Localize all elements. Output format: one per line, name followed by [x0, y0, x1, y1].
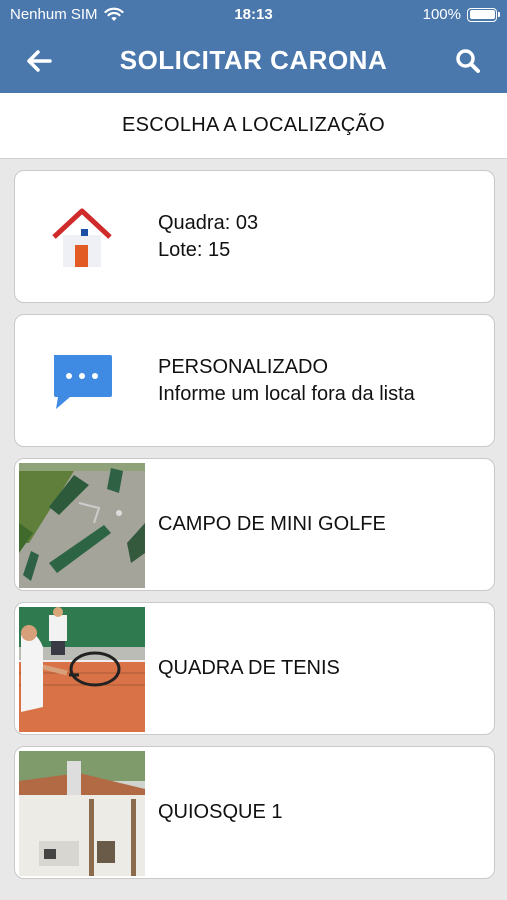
search-button[interactable] — [451, 44, 485, 78]
kiosk-photo — [19, 751, 145, 876]
location-item-tennis[interactable]: QUADRA DE TENIS — [14, 602, 495, 735]
location-item-custom[interactable]: PERSONALIZADO Informe um local fora da l… — [14, 314, 495, 447]
page-title: SOLICITAR CARONA — [119, 45, 388, 75]
location-label: CAMPO DE MINI GOLFE — [158, 513, 386, 535]
location-line1: PERSONALIZADO — [158, 355, 329, 378]
tennis-court-photo — [19, 607, 145, 732]
status-bar: Nenhum SIM 18:13 100% — [0, 0, 507, 30]
location-line1: Quadra: 03 — [158, 211, 259, 234]
house-icon — [49, 204, 115, 270]
location-list: Quadra: 03 Lote: 15 PERSONALIZADO Inform… — [0, 159, 507, 900]
search-icon — [456, 49, 480, 73]
location-line2: Lote: 15 — [158, 238, 231, 261]
mini-golf-photo — [19, 463, 145, 588]
location-label: QUADRA DE TENIS — [158, 657, 340, 679]
battery-indicator: 100% — [422, 6, 500, 23]
nav-bar: SOLICITAR CARONA — [0, 30, 507, 93]
location-item-home[interactable]: Quadra: 03 Lote: 15 — [14, 170, 495, 303]
location-label: QUIOSQUE 1 — [158, 801, 283, 823]
battery-icon — [467, 7, 500, 22]
battery-label: 100% — [422, 6, 461, 23]
chat-bubble-icon — [49, 348, 115, 414]
location-item-kiosk[interactable]: QUIOSQUE 1 — [14, 746, 495, 879]
location-item-mini-golf[interactable]: CAMPO DE MINI GOLFE — [14, 458, 495, 591]
section-title: ESCOLHA A LOCALIZAÇÃO — [0, 93, 507, 159]
location-line2: Informe um local fora da lista — [158, 382, 415, 405]
app-header: Nenhum SIM 18:13 100% SOLICITAR CARONA — [0, 0, 507, 93]
